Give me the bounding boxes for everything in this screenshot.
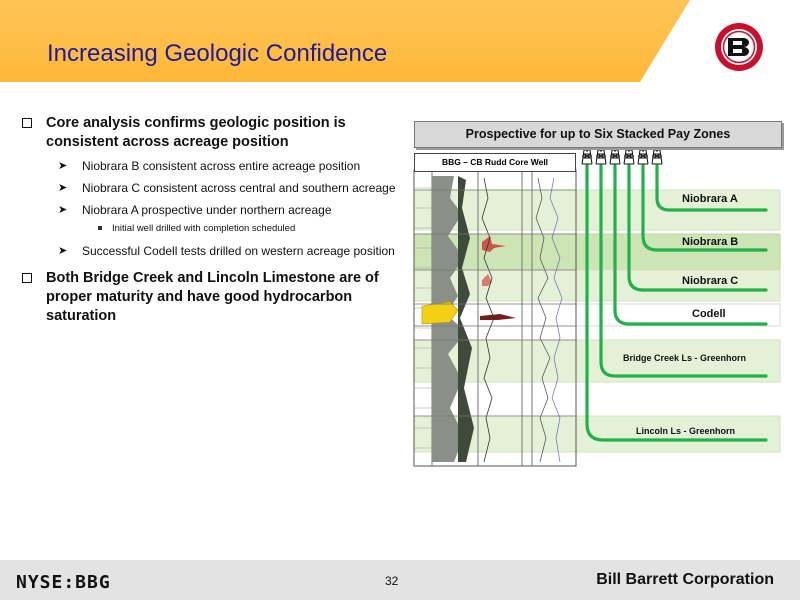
sub-bullet-text: Niobrara C consistent across central and… <box>82 181 396 195</box>
arrow-bullet-icon: ➤ <box>58 204 68 216</box>
zone-label-codell: Codell <box>692 308 726 320</box>
sub-bullet-codell: ➤ Successful Codell tests drilled on wes… <box>18 243 398 259</box>
footer-bar: NYSE:BBG 32 Bill Barrett Corporation <box>0 560 800 600</box>
well-label: BBG – CB Rudd Core Well <box>414 153 576 172</box>
sub-bullet-text: Niobrara A prospective under northern ac… <box>82 203 332 217</box>
sub-bullet-niobrara-b: ➤ Niobrara B consistent across entire ac… <box>18 158 398 174</box>
header-bar: Increasing Geologic Confidence <box>0 0 800 82</box>
zone-label-niobrara-a: Niobrara A <box>682 193 738 205</box>
zone-label-niobrara-b: Niobrara B <box>682 236 739 248</box>
sub-sub-bullet-initial-well: Initial well drilled with completion sch… <box>18 222 398 235</box>
bill-barrett-logo-icon <box>715 23 763 71</box>
sub-sub-bullet-text: Initial well drilled with completion sch… <box>112 223 296 234</box>
bullet-list: Core analysis confirms geologic position… <box>18 114 398 332</box>
square-bullet-icon <box>22 118 32 128</box>
zone-label-niobrara-c: Niobrara C <box>682 275 739 287</box>
slide-title: Increasing Geologic Confidence <box>47 40 388 67</box>
zone-label-lincoln: Lincoln Ls - Greenhorn <box>636 426 736 436</box>
stacked-pay-zones-diagram: Prospective for up to Six Stacked Pay Zo… <box>410 118 782 470</box>
sub-bullet-text: Successful Codell tests drilled on weste… <box>82 244 395 258</box>
sub-bullet-niobrara-a: ➤ Niobrara A prospective under northern … <box>18 202 398 218</box>
footer-company: Bill Barrett Corporation <box>596 571 774 588</box>
zone-label-bridge-creek: Bridge Creek Ls - Greenhorn <box>623 353 747 363</box>
diagram-banner: Prospective for up to Six Stacked Pay Zo… <box>414 121 782 148</box>
sub-bullet-niobrara-c: ➤ Niobrara C consistent across central a… <box>18 180 398 196</box>
bullet-core-analysis: Core analysis confirms geologic position… <box>18 114 398 152</box>
arrow-bullet-icon: ➤ <box>58 160 68 172</box>
small-square-bullet-icon <box>98 226 102 230</box>
footer-ticker: NYSE:BBG <box>16 572 111 593</box>
arrow-bullet-icon: ➤ <box>58 245 68 257</box>
square-bullet-icon <box>22 273 32 283</box>
rig-icons <box>581 149 663 165</box>
bullet-text: Both Bridge Creek and Lincoln Limestone … <box>46 270 379 324</box>
page-number: 32 <box>385 574 399 588</box>
arrow-bullet-icon: ➤ <box>58 182 68 194</box>
sub-bullet-text: Niobrara B consistent across entire acre… <box>82 159 361 173</box>
bullet-bridge-creek-lincoln: Both Bridge Creek and Lincoln Limestone … <box>18 269 398 326</box>
bullet-text: Core analysis confirms geologic position… <box>46 115 346 150</box>
